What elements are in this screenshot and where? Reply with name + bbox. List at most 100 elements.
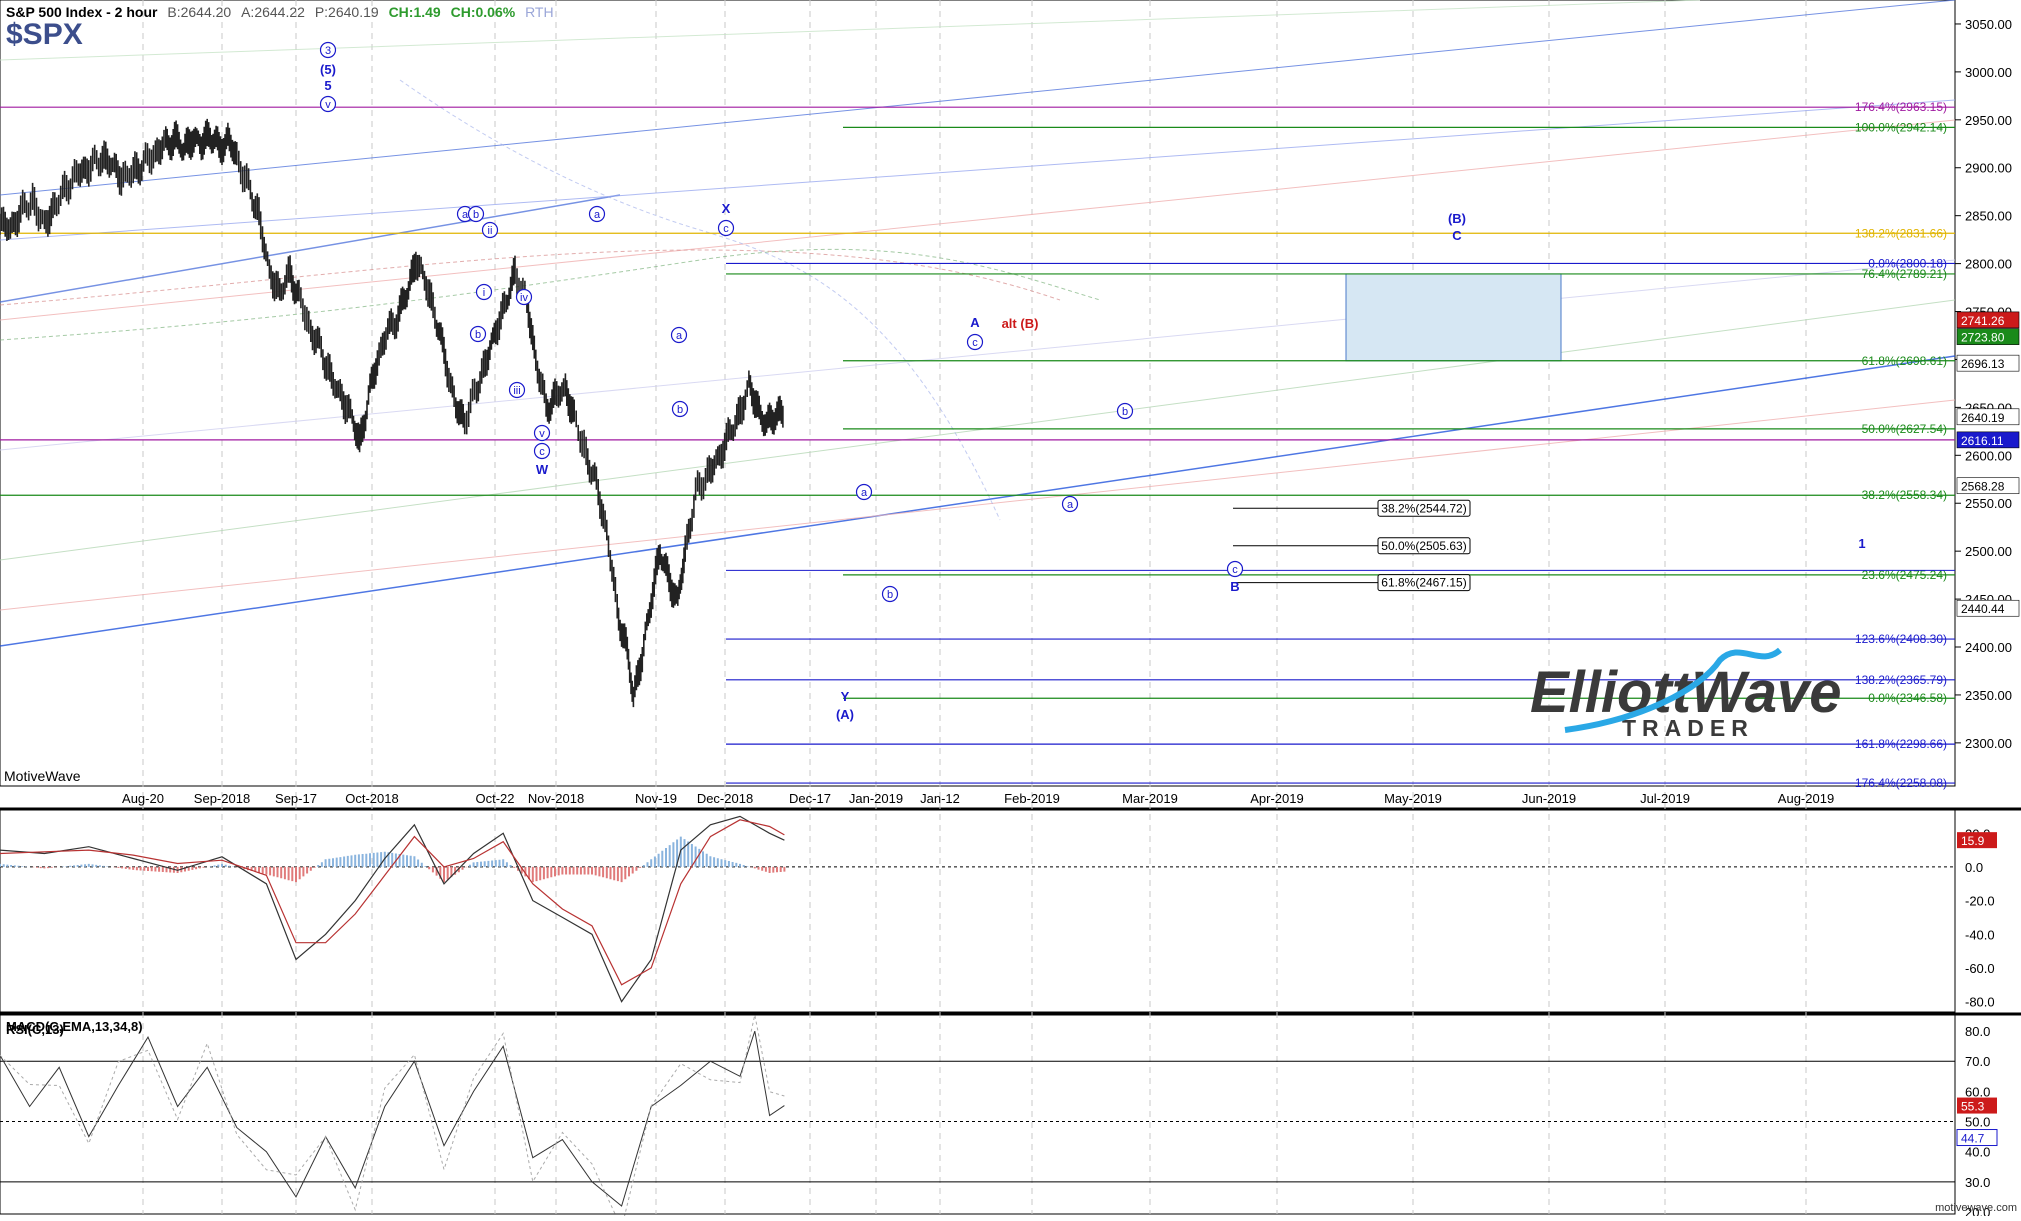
wave-label: X xyxy=(722,201,731,216)
x-tick-label: May-2019 xyxy=(1384,791,1442,806)
x-tick-label: Mar-2019 xyxy=(1122,791,1178,806)
price-tag-label: 2723.80 xyxy=(1961,331,2005,345)
wave-label: alt (B) xyxy=(1002,316,1039,331)
wave-label: (B) xyxy=(1448,211,1466,226)
site-label: motivewave.com xyxy=(1935,1202,2017,1214)
fib-level-label: 161.8%(2298.66) xyxy=(1855,737,1947,751)
wave-label: b xyxy=(887,589,893,601)
rsi-y-tick-label: 30.0 xyxy=(1965,1175,1990,1190)
x-tick-label: Jul-2019 xyxy=(1640,791,1690,806)
x-tick-label: Nov-19 xyxy=(635,791,677,806)
wave-label: B xyxy=(1230,579,1239,594)
wave-label: v xyxy=(325,99,331,111)
y-tick-label: 2600.00 xyxy=(1965,448,2012,463)
macd-title: MACD(C,EMA,13,34,8) xyxy=(6,1019,143,1034)
macd-y-tick-label: -40.0 xyxy=(1965,927,1995,942)
wave-label: iv xyxy=(520,292,528,304)
macd-pane-frame xyxy=(0,807,1956,1013)
fib-box-label: 38.2%(2544.72) xyxy=(1381,501,1466,515)
watermark-line2: TRADER xyxy=(1622,715,1754,741)
y-tick-label: 2800.00 xyxy=(1965,257,2012,272)
fib-level-label: 0.0%(2346.58) xyxy=(1868,691,1947,705)
price-tag-label: 2616.11 xyxy=(1961,434,2004,448)
wave-label: a xyxy=(676,330,683,342)
bid-value: B:2644.20 xyxy=(167,4,232,20)
fib-level-label: 100.0%(2942.14) xyxy=(1855,120,1947,134)
price-tag-label: 2440.44 xyxy=(1961,602,2005,616)
fib-box-label: 61.8%(2467.15) xyxy=(1381,576,1466,590)
price-tag-label: 2696.13 xyxy=(1961,357,2005,371)
fib-level-label: 138.2%(2831.66) xyxy=(1855,226,1947,240)
x-tick-label: Dec-17 xyxy=(789,791,831,806)
price-tag-label: 2640.19 xyxy=(1961,411,2005,425)
x-tick-label: Oct-2018 xyxy=(345,791,398,806)
x-tick-label: Jan-12 xyxy=(920,791,960,806)
wave-label: ii xyxy=(488,225,493,237)
session-label: RTH xyxy=(525,4,554,20)
ask-value: A:2644.22 xyxy=(241,4,305,20)
y-tick-label: 2950.00 xyxy=(1965,113,2012,128)
wave-label: a xyxy=(861,487,868,499)
x-tick-label: Aug-20 xyxy=(122,791,164,806)
wave-label: (5) xyxy=(320,62,336,77)
y-tick-label: 2850.00 xyxy=(1965,209,2012,224)
y-tick-label: 2550.00 xyxy=(1965,496,2012,511)
wave-label: b xyxy=(1122,406,1128,418)
x-tick-label: Nov-2018 xyxy=(528,791,584,806)
macd-y-tick-label: 0.0 xyxy=(1965,860,1983,875)
wave-label: W xyxy=(536,462,549,477)
fib-level-label: 176.4%(2258.08) xyxy=(1855,776,1947,790)
rsi-y-tick-label: 70.0 xyxy=(1965,1054,1990,1069)
wave-label: v xyxy=(539,428,545,440)
fib-level-label: 138.2%(2365.79) xyxy=(1855,673,1947,687)
macd-y-tick-label: -80.0 xyxy=(1965,995,1995,1010)
x-tick-label: Dec-2018 xyxy=(697,791,753,806)
y-tick-label: 2500.00 xyxy=(1965,544,2012,559)
wave-label: b xyxy=(677,404,683,416)
fib-level-label: 76.4%(2789.21) xyxy=(1862,267,1947,281)
rsi-y-tick-label: 80.0 xyxy=(1965,1024,1990,1039)
wave-label: a xyxy=(1067,499,1074,511)
chart-stage: Aug-20 Sep-2018 Sep-17 Oct-2018 Oct-22 Nov-20… xyxy=(0,0,2021,1221)
macd-last-value: 15.9 xyxy=(1961,834,1985,848)
rsi-y-tick-label: 40.0 xyxy=(1965,1145,1990,1160)
price-tag-label: 2568.28 xyxy=(1961,480,2005,494)
wave-label: a xyxy=(462,209,469,221)
x-tick-label: Sep-2018 xyxy=(194,791,250,806)
source-label: MotiveWave xyxy=(4,768,81,784)
y-tick-label: 2350.00 xyxy=(1965,688,2012,703)
fib-level-label: 38.2%(2558.34) xyxy=(1862,488,1947,502)
wave-label: c xyxy=(1232,564,1238,576)
wave-label: b xyxy=(475,329,481,341)
rsi-last-value: 55.3 xyxy=(1961,1100,1985,1114)
wave-label: a xyxy=(594,209,601,221)
y-tick-label: 3050.00 xyxy=(1965,17,2012,32)
wave-label: iii xyxy=(513,385,520,397)
x-tick-label: Sep-17 xyxy=(275,791,317,806)
target-zone-box xyxy=(1345,273,1562,362)
y-tick-label: 2300.00 xyxy=(1965,736,2012,751)
wave-label: 5 xyxy=(324,78,331,93)
wave-label: 3 xyxy=(325,45,331,57)
y-tick-label: 3000.00 xyxy=(1965,65,2012,80)
x-tick-label: Jan-2019 xyxy=(849,791,903,806)
wave-label: i xyxy=(483,287,485,299)
rsi-y-tick-label: 50.0 xyxy=(1965,1115,1990,1130)
wave-label: C xyxy=(1452,228,1462,243)
change-percent: CH:0.06% xyxy=(450,4,516,20)
wave-label: Y xyxy=(841,689,850,704)
x-tick-label: Aug-2019 xyxy=(1778,791,1834,806)
rsi-pane-frame xyxy=(0,1013,1956,1215)
price-tag-label: 2741.26 xyxy=(1961,314,2005,328)
change-points: CH:1.49 xyxy=(388,4,441,20)
fib-box-label: 50.0%(2505.63) xyxy=(1381,539,1466,553)
y-tick-label: 2400.00 xyxy=(1965,640,2012,655)
fib-level-label: 123.6%(2408.30) xyxy=(1855,632,1947,646)
wave-label: c xyxy=(723,223,729,235)
wave-label: A xyxy=(970,315,980,330)
chart-svg[interactable]: Aug-20 Sep-2018 Sep-17 Oct-2018 Oct-22 Nov-20… xyxy=(0,0,2021,1221)
x-tick-label: Oct-22 xyxy=(475,791,514,806)
wave-label: c xyxy=(539,446,545,458)
chart-header: S&P 500 Index - 2 hour B:2644.20 A:2644.… xyxy=(6,4,560,20)
wave-label: c xyxy=(972,337,978,349)
